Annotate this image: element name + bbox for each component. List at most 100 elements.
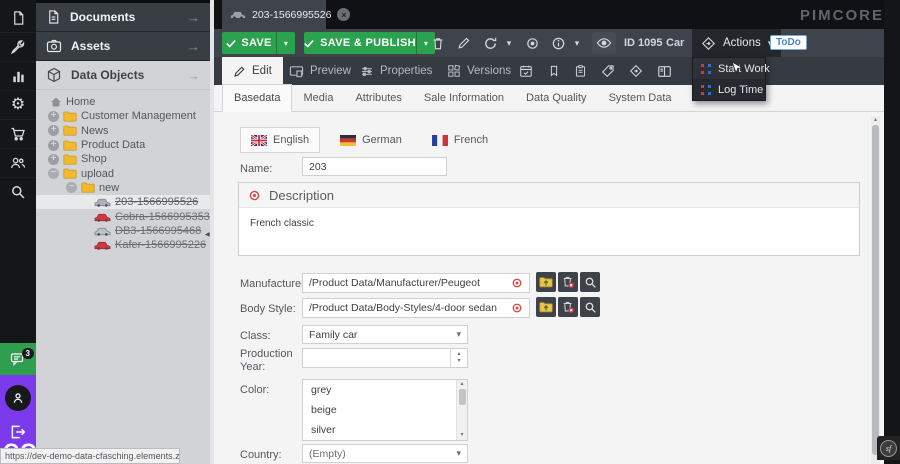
tree-item-db3[interactable]: DB3-1566995468 [36, 224, 210, 238]
preview-eye-button[interactable] [592, 32, 616, 54]
scroll-down-icon[interactable]: ▾ [460, 431, 463, 440]
tab-properties[interactable]: Properties [349, 57, 443, 85]
scrollbar-thumb[interactable] [459, 389, 466, 405]
body-style-remove-button[interactable] [558, 297, 578, 317]
info-button[interactable] [546, 32, 570, 54]
expand-plus-icon[interactable]: + [48, 140, 59, 151]
production-year-spinner[interactable]: ▴▾ [302, 348, 468, 368]
menu-item-start-work[interactable]: Start Work [693, 58, 765, 79]
country-select[interactable]: (Empty) ▾ [302, 444, 468, 463]
profiler-toggle-button[interactable]: sf [877, 436, 900, 460]
accordion-data-objects-label: Data Objects [71, 68, 144, 82]
content-scrollbar[interactable]: ▴ [871, 116, 880, 464]
bookmark-icon [548, 64, 560, 78]
workflow-button[interactable] [624, 60, 648, 82]
menu-item-log-time[interactable]: Log Time [693, 79, 765, 100]
color-listbox[interactable]: grey beige silver ▴ ▾ [302, 379, 468, 441]
mouse-cursor [731, 61, 743, 77]
tools-rail-button[interactable] [0, 33, 36, 62]
tree-item-new[interactable]: − new [36, 181, 210, 195]
color-option-beige[interactable]: beige [311, 404, 459, 424]
tree-item-shop[interactable]: + Shop [36, 152, 210, 166]
profile-avatar-button[interactable] [5, 385, 31, 411]
documents-rail-button[interactable] [0, 4, 36, 33]
grid-icon [447, 64, 461, 78]
spinner-buttons[interactable]: ▴▾ [450, 349, 467, 367]
subtab-system-data[interactable]: System Data [598, 85, 683, 111]
tag-button[interactable] [596, 60, 620, 82]
monitor-icon [289, 65, 304, 78]
tree-item-kafer[interactable]: Kafer-1566995226 [36, 238, 210, 252]
manufacturer-search-button[interactable] [580, 272, 600, 292]
settings-rail-button[interactable]: ⚙ [0, 91, 36, 120]
locate-in-tree-button[interactable] [520, 32, 544, 54]
spinner-down-icon[interactable]: ▾ [457, 358, 460, 365]
scroll-up-icon[interactable]: ▴ [871, 116, 880, 124]
tab-versions[interactable]: Versions [436, 57, 522, 85]
rename-button[interactable] [452, 32, 476, 54]
search-rail-button[interactable] [0, 178, 36, 206]
name-input[interactable]: 203 [302, 157, 447, 176]
tab-edit[interactable]: Edit [222, 57, 283, 85]
tree-item-customer-management[interactable]: + Customer Management [36, 109, 210, 123]
bookmark-button[interactable] [542, 60, 566, 82]
description-panel: Description French classic [238, 182, 860, 256]
body-style-open-button[interactable] [536, 297, 556, 317]
lang-tab-english[interactable]: English [240, 127, 320, 153]
manufacturer-input[interactable]: /Product Data/Manufacturer/Peugeot [302, 273, 530, 293]
save-dropdown-button[interactable]: ▾ [276, 32, 295, 54]
subtab-sale-information[interactable]: Sale Information [413, 85, 515, 111]
tree-item-product-data[interactable]: + Product Data [36, 138, 210, 152]
save-button[interactable]: SAVE ▾ [222, 32, 295, 54]
description-editable[interactable]: French classic [239, 208, 859, 239]
tree-item-upload[interactable]: − upload [36, 166, 210, 180]
subtab-data-quality[interactable]: Data Quality [515, 85, 598, 111]
reports-rail-button[interactable] [0, 62, 36, 91]
schedule-button[interactable] [514, 60, 538, 82]
scrollbar-thumb[interactable] [872, 125, 879, 455]
reload-button[interactable] [478, 32, 502, 54]
scroll-up-icon[interactable]: ▴ [460, 380, 463, 389]
tree-item-cobra[interactable]: Cobra-1566995353 [36, 209, 210, 223]
spinner-up-icon[interactable]: ▴ [457, 351, 460, 358]
expand-plus-icon[interactable]: + [48, 111, 59, 122]
listbox-scrollbar[interactable]: ▴ ▾ [456, 380, 467, 440]
actions-button[interactable]: Actions ▾ [692, 29, 781, 57]
expand-plus-icon[interactable]: + [48, 154, 59, 165]
users-rail-button[interactable] [0, 149, 36, 178]
ecommerce-rail-button[interactable] [0, 120, 36, 149]
body-style-input[interactable]: /Product Data/Body-Styles/4-door sedan [302, 298, 530, 318]
tree-item-203[interactable]: 203-1566995526 [36, 195, 210, 209]
collapse-minus-icon[interactable]: − [66, 182, 77, 193]
manufacturer-open-button[interactable] [536, 272, 556, 292]
accordion-assets[interactable]: Assets → [36, 32, 210, 61]
tree-item-home[interactable]: Home [36, 95, 210, 109]
color-option-grey[interactable]: grey [311, 384, 459, 404]
subtab-basedata[interactable]: Basedata [222, 84, 292, 112]
lang-tab-german[interactable]: German [330, 128, 412, 152]
accordion-data-objects[interactable]: Data Objects → [36, 61, 210, 90]
collapse-minus-icon[interactable]: − [48, 168, 59, 179]
subtab-media[interactable]: Media [292, 85, 344, 111]
body-style-search-button[interactable] [580, 297, 600, 317]
delete-button[interactable] [426, 32, 450, 54]
camera-icon [46, 39, 62, 53]
object-tab[interactable]: 203-1566995526 × [222, 0, 326, 29]
document-icon [46, 9, 61, 25]
expand-plus-icon[interactable]: + [48, 125, 59, 136]
color-option-silver[interactable]: silver [311, 424, 459, 444]
splitter-collapse-handle[interactable]: ◀ [205, 226, 213, 242]
reload-dropdown-button[interactable]: ▾ [502, 32, 516, 54]
manufacturer-remove-button[interactable] [558, 272, 578, 292]
tree-item-news[interactable]: + News [36, 124, 210, 138]
save-publish-button[interactable]: SAVE & PUBLISH ▾ [304, 32, 435, 54]
tab-close-icon[interactable]: × [337, 8, 350, 21]
lang-tab-french[interactable]: French [422, 128, 498, 152]
layout-button[interactable] [652, 60, 676, 82]
info-dropdown-button[interactable]: ▾ [570, 32, 584, 54]
subtab-attributes[interactable]: Attributes [344, 85, 412, 111]
notes-button[interactable] [568, 60, 592, 82]
chat-rail-button[interactable]: 3 [0, 343, 36, 375]
class-select[interactable]: Family car ▾ [302, 325, 468, 344]
accordion-documents[interactable]: Documents → [36, 3, 210, 32]
